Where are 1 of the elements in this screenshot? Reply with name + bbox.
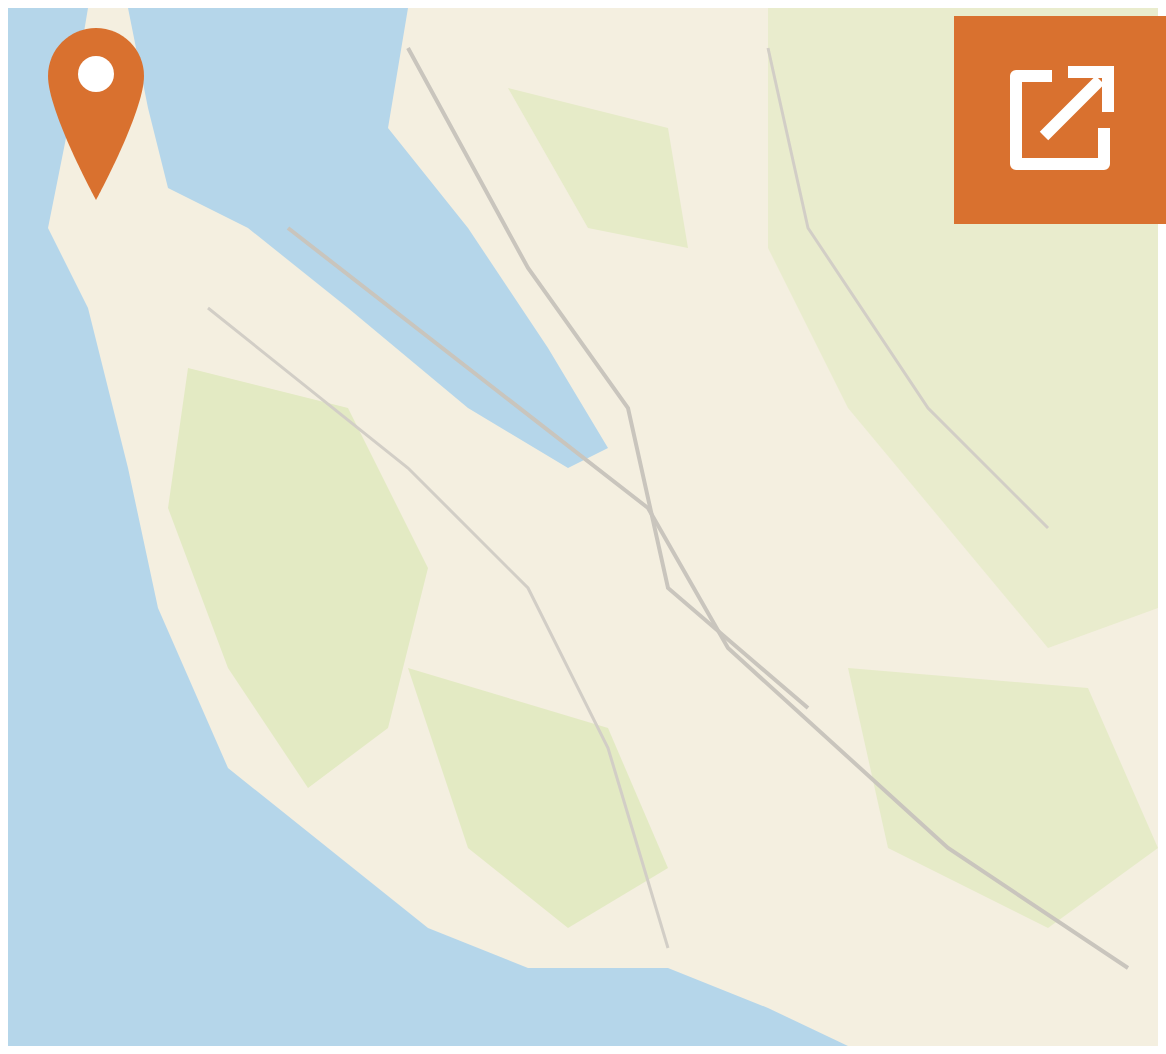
open-external-button[interactable] xyxy=(954,16,1166,224)
